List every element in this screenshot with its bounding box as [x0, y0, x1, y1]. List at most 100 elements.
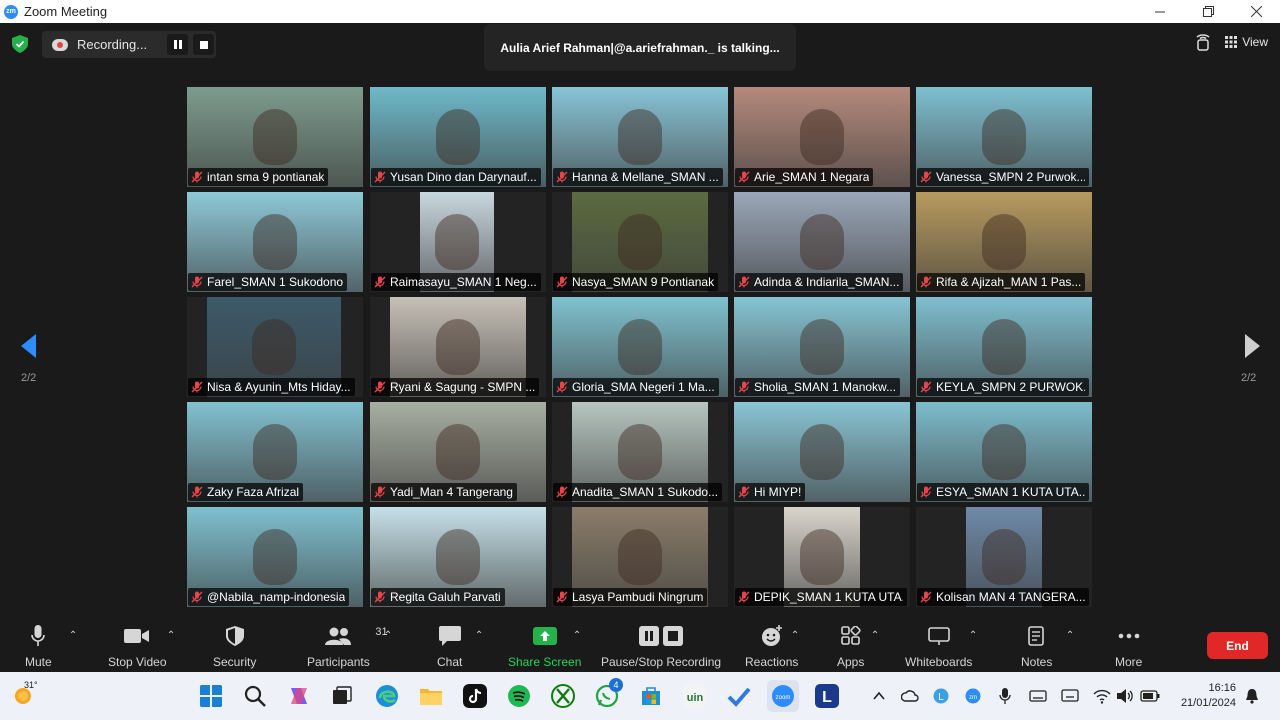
windows-start-icon[interactable] — [199, 684, 223, 708]
participant-tile[interactable]: Yadi_Man 4 Tangerang — [370, 402, 546, 502]
immersive-view-icon[interactable] — [1195, 33, 1211, 51]
microsoft-store-icon[interactable] — [639, 684, 663, 708]
participant-name-label: Lasya Pambudi Ningrum — [553, 588, 708, 606]
participant-name-label: Sholia_SMAN 1 Manokw... — [735, 378, 901, 396]
system-clock[interactable]: 16:16 21/01/2024 — [1181, 681, 1236, 711]
participant-tile[interactable]: @Nabila_namp-indonesia — [187, 507, 363, 607]
participants-label: Participants — [307, 655, 370, 669]
participant-tile[interactable]: Yusan Dino dan Darynauf... — [370, 87, 546, 187]
end-meeting-button[interactable]: End — [1207, 632, 1268, 659]
todo-check-icon[interactable] — [727, 684, 751, 708]
participant-name-label: @Nabila_namp-indonesia — [188, 588, 350, 606]
participant-tile[interactable]: Rifa & Ajizah_MAN 1 Pas... — [916, 192, 1092, 292]
l-app-icon[interactable]: L — [815, 684, 839, 708]
whiteboards-options-caret-icon[interactable]: ⌃ — [969, 630, 977, 641]
view-button[interactable]: View — [1225, 35, 1268, 49]
svg-text:uin: uin — [687, 692, 704, 704]
participant-tile[interactable]: Adinda & Indiarila_SMAN... — [734, 192, 910, 292]
stop-video-button[interactable]: Stop Video — [108, 624, 167, 669]
participant-name: Regita Galuh Parvati — [390, 590, 501, 604]
mute-options-caret-icon[interactable]: ⌃ — [69, 630, 77, 641]
muted-microphone-icon — [738, 381, 750, 393]
zoom-app-icon: zoom — [772, 685, 794, 707]
apps-options-caret-icon[interactable]: ⌃ — [871, 630, 879, 641]
muted-microphone-icon — [556, 591, 568, 603]
zoom-tray-icon[interactable]: zm — [965, 688, 981, 704]
xbox-icon[interactable] — [551, 684, 575, 708]
participant-tile[interactable]: Lasya Pambudi Ningrum — [552, 507, 728, 607]
participant-tile[interactable]: Vanessa_SMPN 2 Purwok... — [916, 87, 1092, 187]
university-app-icon[interactable]: uin — [683, 684, 707, 708]
search-icon[interactable] — [243, 684, 267, 708]
show-hidden-icons-chevron-icon[interactable] — [873, 688, 885, 704]
tiktok-icon[interactable] — [463, 684, 487, 708]
muted-microphone-icon — [556, 381, 568, 393]
restore-button[interactable] — [1184, 0, 1232, 23]
more-button[interactable]: More — [1115, 624, 1142, 669]
participant-tile[interactable]: Hanna & Mellane_SMAN ... — [552, 87, 728, 187]
participant-tile[interactable]: Zaky Faza Afrizal — [187, 402, 363, 502]
close-button[interactable] — [1232, 0, 1280, 23]
zoom-taskbar-button[interactable]: zoom — [767, 680, 799, 712]
participant-tile[interactable]: Arie_SMAN 1 Negara — [734, 87, 910, 187]
copilot-icon[interactable] — [287, 684, 311, 708]
participant-tile[interactable]: Ryani & Sagung - SMPN ... — [370, 297, 546, 397]
share-options-caret-icon[interactable]: ⌃ — [573, 630, 581, 641]
grid-view-icon — [1225, 36, 1238, 48]
participant-tile[interactable]: Nisa & Ayunin_Mts Hiday... — [187, 297, 363, 397]
participant-tile[interactable]: Raimasayu_SMAN 1 Neg... — [370, 192, 546, 292]
participant-name: Nasya_SMAN 9 Pontianak — [572, 275, 715, 289]
participants-button[interactable]: 31 Participants — [307, 624, 388, 669]
participant-tile[interactable]: Sholia_SMAN 1 Manokw... — [734, 297, 910, 397]
participant-tile[interactable]: Regita Galuh Parvati — [370, 507, 546, 607]
microphone-tray-icon[interactable] — [999, 688, 1011, 704]
reactions-options-caret-icon[interactable]: ⌃ — [791, 630, 799, 641]
wifi-icon[interactable] — [1093, 688, 1111, 704]
minimize-button[interactable] — [1136, 0, 1184, 23]
l-tray-icon[interactable]: L — [933, 688, 949, 704]
notification-bell-icon[interactable] — [1245, 688, 1259, 704]
edge-browser-icon[interactable] — [375, 684, 399, 708]
participant-tile[interactable]: Gloria_SMA Negeri 1 Ma... — [552, 297, 728, 397]
participant-silhouette — [800, 109, 844, 165]
notes-button[interactable]: Notes — [1021, 624, 1052, 669]
participant-tile[interactable]: KEYLA_SMPN 2 PURWOK... — [916, 297, 1092, 397]
notes-options-caret-icon[interactable]: ⌃ — [1066, 630, 1074, 641]
display-icon[interactable] — [1061, 688, 1079, 704]
participant-name-label: Rifa & Ajizah_MAN 1 Pas... — [917, 273, 1086, 291]
participants-options-caret-icon[interactable]: ⌃ — [384, 630, 392, 641]
task-view-icon[interactable] — [330, 684, 354, 708]
speaker-volume-icon[interactable] — [1116, 688, 1134, 704]
pause-recording-button[interactable] — [167, 34, 188, 55]
encryption-shield-icon[interactable] — [12, 35, 28, 53]
mute-button[interactable]: Mute — [25, 624, 52, 669]
participant-tile[interactable]: Kolisan MAN 4 TANGERA... — [916, 507, 1092, 607]
chat-options-caret-icon[interactable]: ⌃ — [475, 630, 483, 641]
next-page-arrow-icon[interactable] — [1240, 328, 1264, 364]
spotify-icon[interactable] — [507, 684, 531, 708]
apps-button[interactable]: Apps — [837, 624, 864, 669]
onedrive-cloud-icon[interactable] — [901, 688, 919, 704]
file-explorer-icon[interactable] — [419, 684, 443, 708]
whatsapp-button[interactable]: 4 — [595, 678, 623, 708]
pause-stop-recording-button[interactable]: Pause/Stop Recording — [601, 624, 721, 669]
participant-tile[interactable]: Nasya_SMAN 9 Pontianak — [552, 192, 728, 292]
keyboard-icon[interactable] — [1029, 688, 1047, 704]
participant-tile[interactable]: Farel_SMAN 1 Sukodono — [187, 192, 363, 292]
battery-icon[interactable] — [1140, 688, 1160, 704]
participant-tile[interactable]: DEPIK_SMAN 1 KUTA UTA... — [734, 507, 910, 607]
participant-tile[interactable]: Anadita_SMAN 1 Sukodo... — [552, 402, 728, 502]
participant-name: Adinda & Indiarila_SMAN... — [754, 275, 900, 289]
stop-recording-button[interactable] — [193, 34, 214, 55]
chat-button[interactable]: Chat — [437, 624, 462, 669]
security-button[interactable]: Security — [213, 624, 256, 669]
participant-tile[interactable]: Hi MIYP! — [734, 402, 910, 502]
participant-tile[interactable]: intan sma 9 pontianak — [187, 87, 363, 187]
participant-tile[interactable]: ESYA_SMAN 1 KUTA UTA... — [916, 402, 1092, 502]
previous-page-arrow-icon[interactable] — [17, 328, 41, 364]
video-options-caret-icon[interactable]: ⌃ — [167, 630, 175, 641]
weather-widget[interactable]: 31° — [12, 680, 38, 708]
whiteboards-button[interactable]: Whiteboards — [905, 624, 972, 669]
participant-name-label: intan sma 9 pontianak — [188, 168, 329, 186]
share-screen-button[interactable]: Share Screen — [508, 624, 581, 669]
